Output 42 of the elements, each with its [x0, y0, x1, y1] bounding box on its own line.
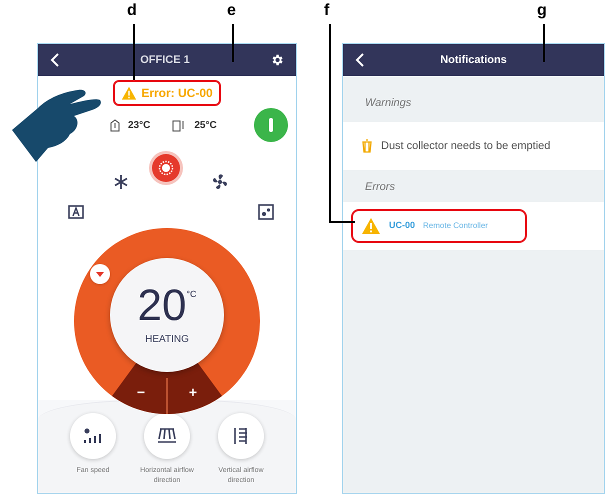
setpoint-value: 20 [137, 284, 186, 328]
screen-title: OFFICE 1 [140, 52, 190, 68]
notification-text: Remote Controller [423, 220, 488, 232]
back-icon[interactable] [355, 53, 365, 67]
decrease-button[interactable]: − [126, 380, 156, 404]
outdoor-temperature: 25°C [194, 118, 217, 132]
container-icon [361, 139, 373, 153]
callout-letter: g [537, 3, 547, 19]
indoor-temperature: 23°C [128, 118, 150, 132]
sun-icon [156, 158, 176, 178]
callout-letter: d [127, 3, 137, 19]
notification-row[interactable]: Dust collector needs to be emptied [343, 122, 604, 170]
control-button[interactable] [70, 413, 116, 459]
warning-icon [361, 217, 381, 235]
droplets-icon [256, 202, 276, 222]
notification-text: Dust collector needs to be emptied [381, 138, 550, 154]
back-icon[interactable] [50, 53, 60, 67]
callout-letter: e [227, 3, 236, 19]
control-button[interactable] [144, 413, 190, 459]
letter-a-icon [66, 202, 86, 222]
caret-icon [96, 272, 104, 276]
error-text: Error: UC-00 [141, 85, 213, 102]
screen-title: Notifications [439, 52, 508, 68]
fan-icon [210, 172, 230, 192]
leader-line [543, 24, 544, 62]
error-code: UC-00 [389, 219, 416, 232]
control-button[interactable] [218, 413, 264, 459]
louver-icon [156, 427, 178, 445]
power-button[interactable] [254, 108, 288, 142]
setpoint-unit: °C [186, 288, 197, 300]
settings-icon[interactable] [270, 53, 284, 67]
section-heading: Warnings [365, 97, 412, 109]
warning-icon [121, 86, 138, 100]
leader-line [133, 24, 134, 80]
section-heading: Errors [365, 181, 395, 193]
heat-mode-button[interactable] [152, 154, 180, 182]
callout-letter: f [324, 3, 330, 19]
power-icon [269, 118, 273, 132]
mode-label: HEATING [145, 332, 189, 346]
leader-line [232, 24, 234, 62]
increase-button[interactable]: + [178, 380, 208, 404]
fan-speed-icon [82, 427, 104, 445]
